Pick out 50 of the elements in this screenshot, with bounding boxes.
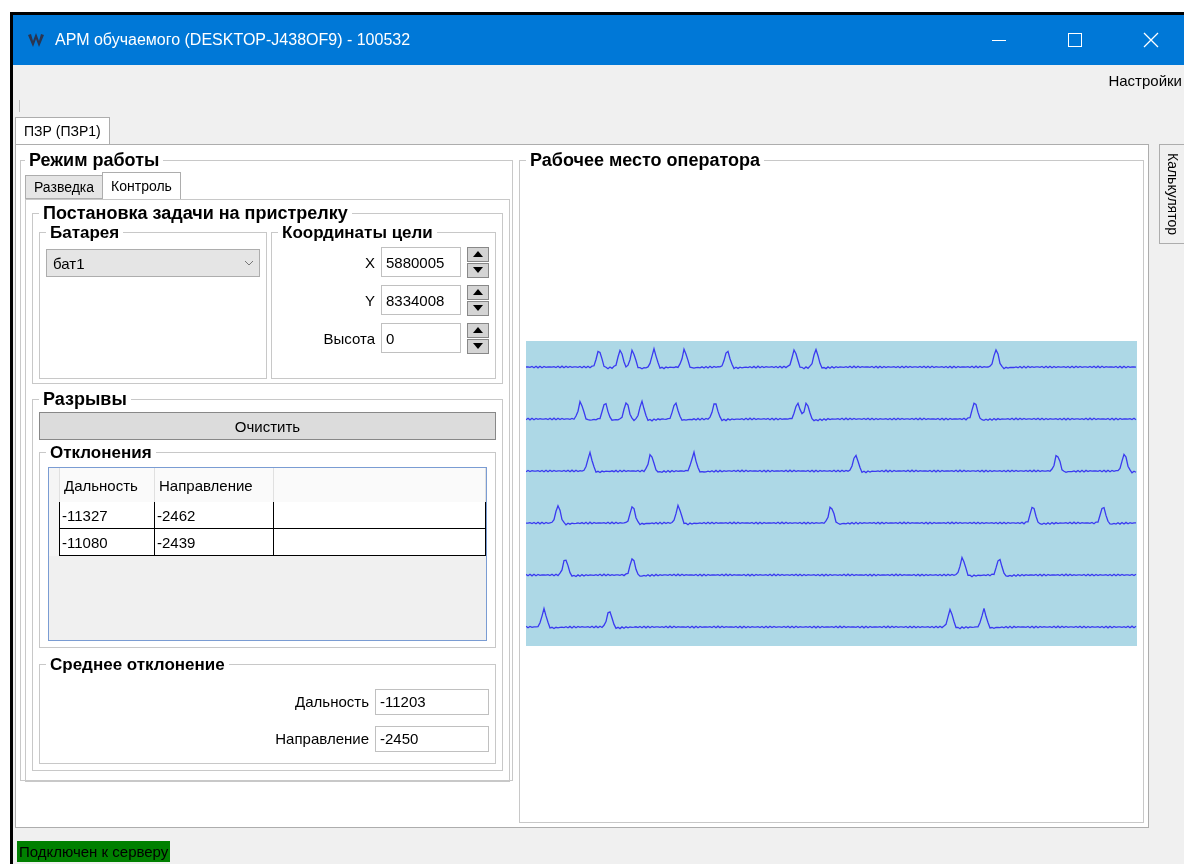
tab[interactable]: Контроль [102,172,181,199]
group-title: Координаты цели [281,224,434,241]
column-header[interactable]: Дальность [59,468,155,502]
spin-up-button[interactable] [467,284,489,300]
caret-down-icon [473,305,483,311]
spin-down-button[interactable] [467,300,489,316]
field-label: X [365,253,375,271]
field-label: Направление [275,730,369,747]
group-title: Режим работы [28,151,161,169]
tab[interactable]: ПЗР (ПЗР1) [15,117,110,144]
number-field[interactable]: 0 [381,323,461,353]
text-field[interactable]: -2450 [375,725,489,752]
maximize-icon [1068,33,1082,47]
spin-down-button[interactable] [467,338,489,354]
group-title: Батарея [49,224,121,241]
table-cell: -2462 [154,502,274,529]
group-title: Отклонения [49,444,153,461]
tab[interactable]: Разведка [25,175,104,199]
close-icon [1143,32,1159,48]
status-text: Подключен к серверу [17,841,171,862]
column-header[interactable]: Направление [154,468,274,502]
menu-item[interactable]: Настройки [1106,71,1184,89]
window-title: АРМ обучаемого (DESKTOP-J438OF9) - 100532 [55,31,412,49]
app-icon [27,31,45,49]
group-title: Разрывы [42,390,128,408]
group-title: Рабочее место оператора [529,151,762,169]
caret-up-icon [473,289,483,295]
clear-button[interactable]: Очистить [39,412,496,440]
spin-down-button[interactable] [467,262,489,278]
spin-up-button[interactable] [467,246,489,262]
minimize-icon [992,39,1006,41]
spin-up-button[interactable] [467,322,489,338]
group-title: Постановка задачи на пристрелку [42,204,349,222]
field-label: Дальность [295,693,369,710]
caret-up-icon [473,327,483,333]
battery-dropdown[interactable]: бат1 [46,249,260,277]
field-label: Высота [323,329,375,347]
chevron-down-icon [245,260,253,266]
text-field[interactable]: -11203 [375,688,489,715]
caret-up-icon [473,251,483,257]
table-cell: -11327 [59,502,155,529]
table-cell: -2439 [154,528,274,556]
number-field[interactable]: 8334008 [381,285,461,315]
caret-down-icon [473,343,483,349]
caret-down-icon [473,267,483,273]
group-title: Среднее отклонение [49,656,226,673]
number-field[interactable]: 5880005 [381,247,461,277]
side-tab[interactable]: Калькулятор [1159,144,1184,244]
table-cell: -11080 [59,528,155,556]
field-label: Y [365,291,375,309]
